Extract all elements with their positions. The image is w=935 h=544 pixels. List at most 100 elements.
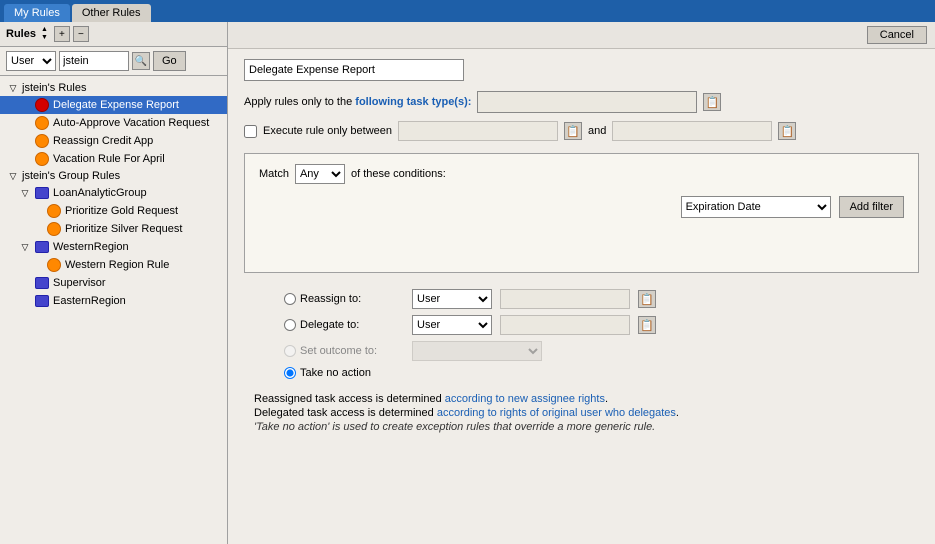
spacer-icon: [30, 222, 44, 236]
reassign-label[interactable]: Reassign to:: [284, 293, 404, 305]
task-type-input[interactable]: [477, 91, 697, 113]
rule-icon-orange-silver: [46, 221, 62, 237]
between-start-browse[interactable]: 📋: [564, 122, 582, 140]
cancel-button[interactable]: Cancel: [867, 26, 927, 44]
spacer-icon: [30, 204, 44, 218]
reassign-row: Reassign to: User 📋: [284, 289, 919, 309]
tree-item-western-rule[interactable]: Western Region Rule: [0, 256, 227, 274]
search-input[interactable]: [59, 51, 129, 71]
info-line2-link[interactable]: according to rights of original user who…: [437, 407, 676, 419]
tree-item-eastern-region[interactable]: EasternRegion: [0, 292, 227, 310]
add-rule-button[interactable]: +: [54, 26, 70, 42]
between-end-browse[interactable]: 📋: [778, 122, 796, 140]
filter-select[interactable]: Expiration Date: [681, 196, 831, 218]
spacer-icon: [18, 152, 32, 166]
execute-between-checkbox[interactable]: [244, 125, 257, 138]
group-icon-supervisor: [34, 275, 50, 291]
prioritize-silver-label: Prioritize Silver Request: [65, 223, 182, 235]
rules-toolbar: Rules ▲ ▼ + −: [0, 22, 227, 47]
tree-item-loan-group[interactable]: ▽ LoanAnalyticGroup: [0, 184, 227, 202]
tree-item-prioritize-gold[interactable]: Prioritize Gold Request: [0, 202, 227, 220]
search-type-select[interactable]: User: [6, 51, 56, 71]
conditions-box: Match Any All of these conditions: Expir…: [244, 153, 919, 273]
reassign-browse-button[interactable]: 📋: [638, 290, 656, 308]
eastern-region-label: EasternRegion: [53, 295, 126, 307]
take-no-action-label[interactable]: Take no action: [284, 367, 404, 379]
info-line1-post: .: [605, 393, 608, 405]
group-icon-western: [34, 239, 50, 255]
delegate-type-select[interactable]: User: [412, 315, 492, 335]
task-type-browse-button[interactable]: 📋: [703, 93, 721, 111]
delegate-label[interactable]: Delegate to:: [284, 319, 404, 331]
tree-item-vacation-rule[interactable]: Vacation Rule For April: [0, 150, 227, 168]
spacer-icon: [18, 116, 32, 130]
tree-item-western-region[interactable]: ▽ WesternRegion: [0, 238, 227, 256]
browse-icon-3: 📋: [781, 125, 795, 138]
tab-other-rules[interactable]: Other Rules: [72, 4, 151, 22]
main-layout: Rules ▲ ▼ + − User 🔍 Go ▽ jstein's Ru: [0, 22, 935, 544]
rule-tree: ▽ jstein's Rules Delegate Expense Report…: [0, 76, 227, 544]
auto-approve-label: Auto-Approve Vacation Request: [53, 117, 209, 129]
browse-icon-delegate: 📋: [640, 319, 654, 332]
execute-between-row: Execute rule only between 📋 and 📋: [244, 121, 919, 141]
tree-item-prioritize-silver[interactable]: Prioritize Silver Request: [0, 220, 227, 238]
rule-name-row: [244, 59, 919, 81]
search-icon-button[interactable]: 🔍: [132, 52, 150, 70]
delegate-row: Delegate to: User 📋: [284, 315, 919, 335]
rules-label: Rules: [6, 28, 36, 40]
rule-icon-orange-gold: [46, 203, 62, 219]
tree-item-auto-approve[interactable]: Auto-Approve Vacation Request: [0, 114, 227, 132]
group-icon-loan: [34, 185, 50, 201]
rule-icon-orange-2: [34, 133, 50, 149]
between-end-field[interactable]: [612, 121, 772, 141]
match-label: Match: [259, 168, 289, 180]
tab-my-rules[interactable]: My Rules: [4, 4, 70, 22]
set-outcome-select[interactable]: [412, 341, 542, 361]
take-no-action-radio[interactable]: [284, 367, 296, 379]
set-outcome-label: Set outcome to:: [284, 345, 404, 357]
go-button[interactable]: Go: [153, 51, 186, 71]
browse-icon: 📋: [706, 96, 720, 109]
info-line2-pre: Delegated task access is determined: [254, 407, 437, 419]
rule-icon-red: [34, 97, 50, 113]
add-filter-button[interactable]: Add filter: [839, 196, 904, 218]
prioritize-gold-label: Prioritize Gold Request: [65, 205, 178, 217]
conditions-header: Match Any All of these conditions:: [259, 164, 904, 184]
tree-section-group-rules[interactable]: ▽ jstein's Group Rules: [0, 168, 227, 184]
delegate-browse-button[interactable]: 📋: [638, 316, 656, 334]
between-start-field[interactable]: [398, 121, 558, 141]
info-line-3: 'Take no action' is used to create excep…: [254, 421, 919, 433]
apply-rules-row: Apply rules only to the following task t…: [244, 91, 919, 113]
info-line1-link[interactable]: according to new assignee rights: [445, 393, 605, 405]
rule-name-input[interactable]: [244, 59, 464, 81]
reassign-value-input[interactable]: [500, 289, 630, 309]
set-outcome-radio[interactable]: [284, 345, 296, 357]
info-line-2: Delegated task access is determined acco…: [254, 407, 919, 419]
tree-item-supervisor[interactable]: Supervisor: [0, 274, 227, 292]
tree-section-jstein-rules[interactable]: ▽ jstein's Rules: [0, 80, 227, 96]
info-line-1: Reassigned task access is determined acc…: [254, 393, 919, 405]
execute-between-label: Execute rule only between: [263, 125, 392, 137]
jstein-rules-label: jstein's Rules: [22, 82, 86, 94]
take-no-action-text: Take no action: [300, 367, 371, 379]
group-icon-eastern: [34, 293, 50, 309]
browse-icon-2: 📋: [566, 125, 580, 138]
remove-rule-button[interactable]: −: [73, 26, 89, 42]
tree-item-reassign-credit[interactable]: Reassign Credit App: [0, 132, 227, 150]
western-region-label: WesternRegion: [53, 241, 129, 253]
spacer-icon: [18, 98, 32, 112]
reassign-radio[interactable]: [284, 293, 296, 305]
expand-group-icon: ▽: [6, 169, 20, 183]
expand-icon: ▽: [6, 81, 20, 95]
sort-arrows[interactable]: ▲ ▼: [41, 26, 51, 42]
reassign-type-select[interactable]: User: [412, 289, 492, 309]
search-icon: 🔍: [135, 56, 147, 67]
tree-item-delegate-expense-report[interactable]: Delegate Expense Report: [0, 96, 227, 114]
delegate-radio[interactable]: [284, 319, 296, 331]
match-select[interactable]: Any All: [295, 164, 345, 184]
expand-loan-icon: ▽: [18, 186, 32, 200]
rule-icon-orange-western: [46, 257, 62, 273]
delegate-text: Delegate to:: [300, 319, 359, 331]
set-outcome-text: Set outcome to:: [300, 345, 377, 357]
delegate-value-input[interactable]: [500, 315, 630, 335]
